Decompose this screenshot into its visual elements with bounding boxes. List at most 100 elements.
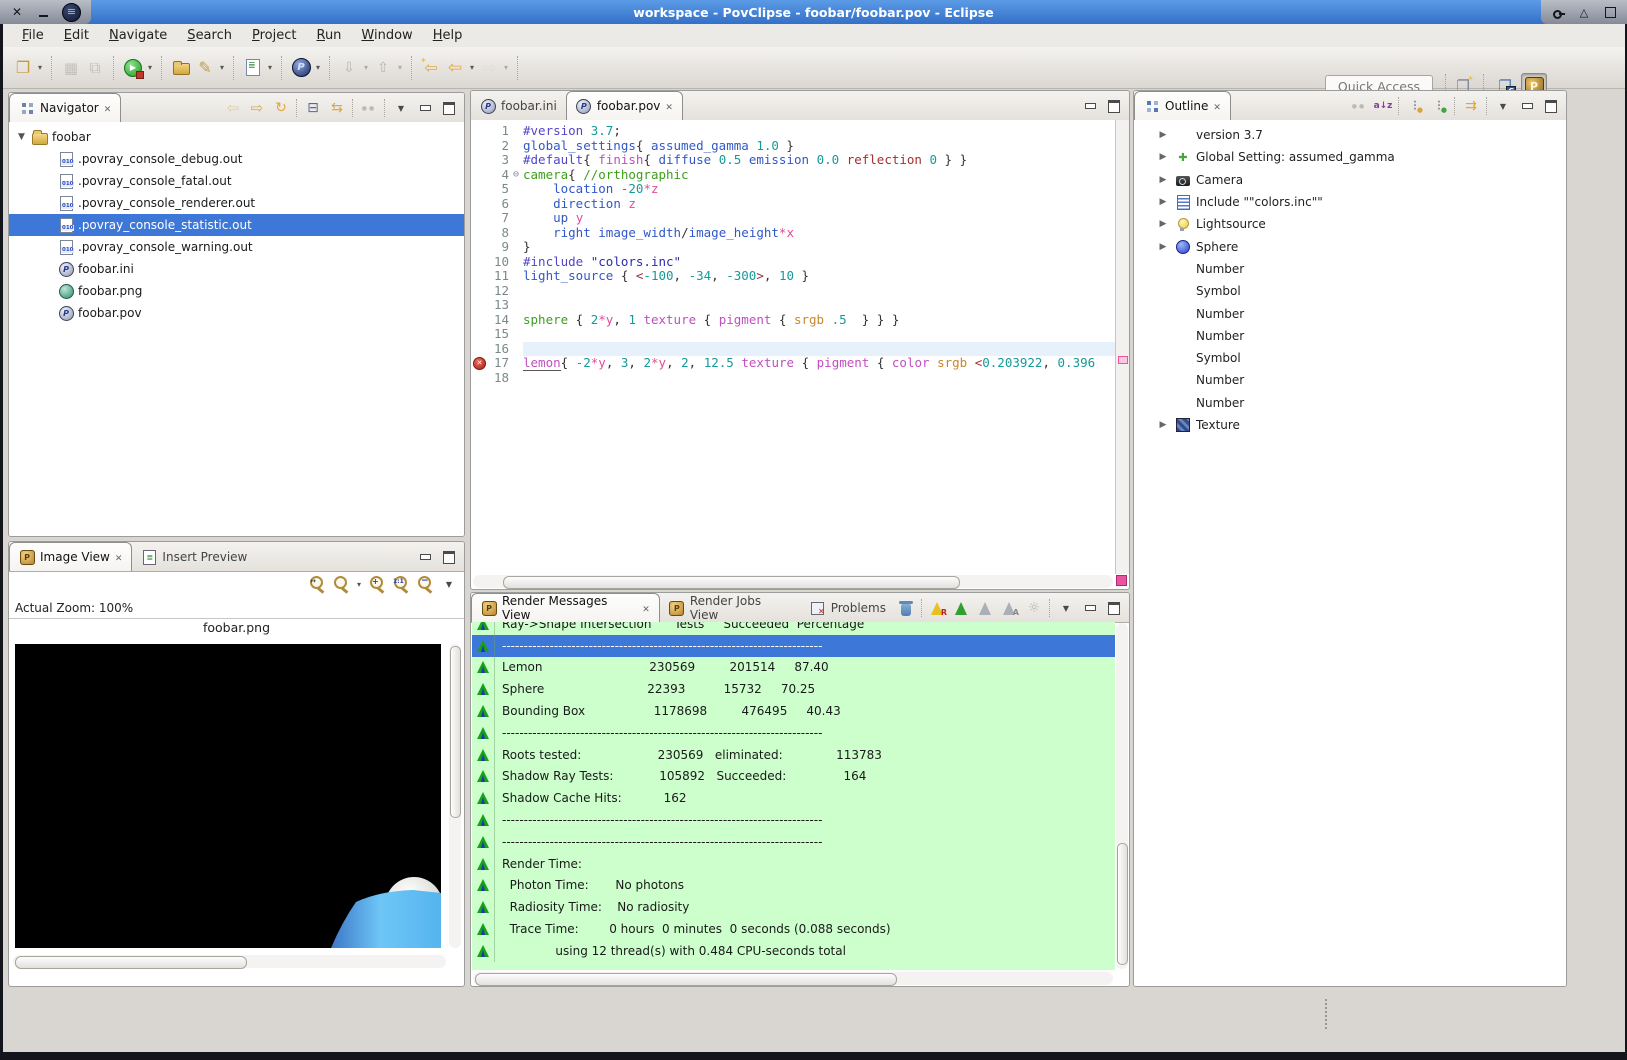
close-icon[interactable]: [104, 101, 112, 115]
statusbar-sash-handle[interactable]: [1325, 999, 1327, 1029]
tab-foobar-ini[interactable]: foobar.ini: [471, 92, 566, 120]
zoom-fit-icon[interactable]: ↔: [306, 574, 328, 594]
menu-window[interactable]: Window: [352, 26, 421, 45]
error-icon[interactable]: ✕: [473, 357, 486, 370]
render-run-icon[interactable]: [121, 56, 145, 80]
dropdown-arrow-icon[interactable]: ▾: [501, 63, 511, 72]
code-line-12[interactable]: 12: [471, 284, 1115, 299]
window-shade-button[interactable]: [1577, 5, 1591, 19]
forward-icon[interactable]: [477, 56, 501, 80]
tab-problems[interactable]: Problems: [801, 594, 895, 622]
editor-hscrollbar[interactable]: [473, 575, 1113, 588]
dropdown-arrow-icon[interactable]: ▾: [395, 63, 405, 72]
image-hscrollbar[interactable]: [13, 955, 446, 968]
save-all-icon[interactable]: [83, 56, 107, 80]
nav-back-icon[interactable]: [222, 98, 244, 118]
code-line-16[interactable]: 16: [471, 342, 1115, 357]
outline-item-number[interactable]: Number: [1134, 258, 1566, 280]
expand-arrow-icon[interactable]: ▶: [1156, 242, 1170, 252]
outline-item-lightsource[interactable]: ▶Lightsource: [1134, 213, 1566, 235]
navigator-item--povray-console-warning-out[interactable]: .povray_console_warning.out: [9, 236, 464, 258]
tab-image-view[interactable]: Image View: [9, 542, 132, 571]
code-line-13[interactable]: 13: [471, 298, 1115, 313]
navigator-item--povray-console-renderer-out[interactable]: .povray_console_renderer.out: [9, 192, 464, 214]
message-row[interactable]: using 12 thread(s) with 0.484 CPU-second…: [472, 940, 1115, 962]
window-pin-button[interactable]: [1551, 5, 1565, 19]
filter-warning-icon[interactable]: [951, 598, 973, 618]
code-line-1[interactable]: 1#version 3.7;: [471, 124, 1115, 139]
view-menu-icon[interactable]: [438, 574, 460, 594]
maximize-icon[interactable]: [438, 98, 460, 118]
outline-item-symbol[interactable]: Symbol: [1134, 280, 1566, 302]
close-icon[interactable]: [115, 550, 123, 564]
view-menu-icon[interactable]: [1492, 96, 1514, 116]
dropdown-arrow-icon[interactable]: ▾: [354, 580, 364, 589]
outline-item-number[interactable]: Number: [1134, 325, 1566, 347]
new-wizard-icon[interactable]: [11, 56, 35, 80]
dropdown-arrow-icon[interactable]: ▾: [35, 63, 45, 72]
expand-arrow-icon[interactable]: ▶: [1156, 152, 1170, 162]
code-line-14[interactable]: 14sphere { 2*y, 1 texture { pigment { sr…: [471, 313, 1115, 328]
maximize-icon[interactable]: [1103, 598, 1125, 618]
focus-dots-icon[interactable]: [358, 98, 380, 118]
message-row[interactable]: ----------------------------------------…: [472, 809, 1115, 831]
new-render-file-icon[interactable]: [241, 56, 265, 80]
zoom-in-icon[interactable]: +: [366, 574, 388, 594]
navigator-item-foobar-pov[interactable]: foobar.pov: [9, 302, 464, 324]
povray-symbol-icon[interactable]: [289, 56, 313, 80]
link-editor-icon[interactable]: [326, 98, 348, 118]
tab-foobar-pov[interactable]: foobar.pov: [566, 91, 683, 120]
message-row[interactable]: Sphere 22393 15732 70.25: [472, 678, 1115, 700]
tab-render-jobs-view[interactable]: Render Jobs View: [660, 594, 801, 622]
menu-edit[interactable]: Edit: [55, 26, 98, 45]
outline-item-sphere[interactable]: ▶Sphere: [1134, 235, 1566, 257]
open-scene-icon[interactable]: [169, 56, 193, 80]
message-row[interactable]: Shadow Cache Hits: 162: [472, 787, 1115, 809]
zoom-one-icon[interactable]: 1:1: [390, 574, 412, 594]
code-line-17[interactable]: ✕17lemon{ -2*y, 3, 2*y, 2, 12.5 texture …: [471, 356, 1115, 371]
window-minimize-button[interactable]: [36, 5, 50, 19]
messages-hscrollbar[interactable]: [473, 972, 1113, 985]
view-menu-icon[interactable]: [1055, 598, 1077, 618]
menu-file[interactable]: File: [13, 26, 53, 45]
message-row[interactable]: Shadow Ray Tests: 105892 Succeeded: 164: [472, 766, 1115, 788]
link-editor2-icon[interactable]: [1460, 96, 1482, 116]
message-row[interactable]: Ray->Shape Intersection Tests Succeeded …: [472, 622, 1115, 635]
message-row[interactable]: ----------------------------------------…: [472, 635, 1115, 657]
filter-render-icon[interactable]: [975, 598, 997, 618]
navigator-item-foobar[interactable]: ▼foobar: [9, 126, 464, 148]
tab-outline[interactable]: Outline: [1134, 91, 1231, 120]
sort-alpha-icon[interactable]: [1372, 96, 1394, 116]
maximize-icon[interactable]: [1103, 96, 1125, 116]
outline-item-global-setting-assumed-gamma[interactable]: ▶Global Setting: assumed_gamma: [1134, 146, 1566, 168]
filter-tree-gold-icon[interactable]: [1404, 96, 1426, 116]
navigator-item--povray-console-fatal-out[interactable]: .povray_console_fatal.out: [9, 170, 464, 192]
navigator-item-foobar-png[interactable]: foobar.png: [9, 280, 464, 302]
collapse-all-icon[interactable]: [302, 98, 324, 118]
filter-tree-green-icon[interactable]: [1428, 96, 1450, 116]
expand-arrow-icon[interactable]: ▶: [1156, 197, 1170, 207]
dropdown-arrow-icon[interactable]: ▾: [217, 63, 227, 72]
menu-search[interactable]: Search: [178, 26, 241, 45]
zoom-out-icon[interactable]: −: [414, 574, 436, 594]
navigator-item-foobar-ini[interactable]: foobar.ini: [9, 258, 464, 280]
close-icon[interactable]: [665, 99, 673, 113]
sun-icon[interactable]: [1023, 598, 1045, 618]
expand-arrow-icon[interactable]: ▶: [1156, 175, 1170, 185]
navigator-item--povray-console-statistic-out[interactable]: .povray_console_statistic.out: [9, 214, 464, 236]
message-row[interactable]: Radiosity Time: No radiosity: [472, 896, 1115, 918]
code-line-7[interactable]: 7 up y: [471, 211, 1115, 226]
nav-forward-icon[interactable]: [246, 98, 268, 118]
outline-item-number[interactable]: Number: [1134, 369, 1566, 391]
image-hscrollbar-thumb[interactable]: [15, 956, 247, 969]
overview-error-marker[interactable]: [1118, 356, 1128, 364]
dropdown-arrow-icon[interactable]: ▾: [467, 63, 477, 72]
menu-project[interactable]: Project: [243, 26, 306, 45]
dropdown-arrow-icon[interactable]: ▾: [313, 63, 323, 72]
message-row[interactable]: Bounding Box 1178698 476495 40.43: [472, 700, 1115, 722]
code-line-5[interactable]: 5 location -20*z: [471, 182, 1115, 197]
editor-hscrollbar-thumb[interactable]: [503, 576, 960, 589]
menu-run[interactable]: Run: [307, 26, 350, 45]
messages-vscrollbar[interactable]: [1116, 623, 1128, 969]
window-close-button[interactable]: [10, 5, 24, 19]
